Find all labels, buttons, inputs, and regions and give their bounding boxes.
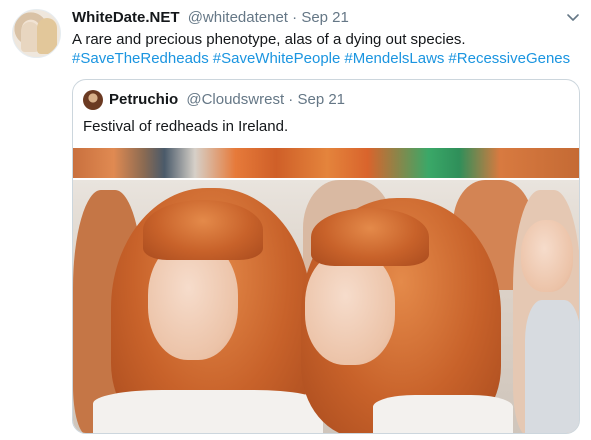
quoted-header: Petruchio @Cloudswrest · Sep 21: [109, 90, 345, 110]
photo-background-shirt: [525, 300, 579, 433]
tweet-text: A rare and precious phenotype, alas of a…: [72, 31, 466, 48]
tweet-date[interactable]: Sep 21: [301, 9, 349, 26]
author-name[interactable]: WhiteDate.NET: [72, 9, 180, 26]
media-image-top[interactable]: [73, 148, 579, 178]
quoted-author-name[interactable]: Petruchio: [109, 91, 178, 108]
separator-dot: ·: [292, 9, 298, 26]
author-handle[interactable]: @whitedatenet: [188, 9, 288, 26]
quoted-tweet[interactable]: Petruchio @Cloudswrest · Sep 21 Festival…: [72, 79, 580, 434]
chevron-down-icon[interactable]: [565, 9, 581, 25]
quoted-text: Festival of redheads in Ireland.: [83, 118, 289, 135]
quoted-avatar[interactable]: [83, 90, 103, 110]
photo-shirt: [93, 390, 323, 433]
avatar[interactable]: [12, 9, 61, 58]
tweet[interactable]: WhiteDate.NET @whitedatenet · Sep 21 A r…: [0, 0, 591, 440]
hashtag-link[interactable]: #RecessiveGenes: [448, 50, 570, 67]
hashtag-link[interactable]: #MendelsLaws: [344, 50, 444, 67]
hashtag-list: #SaveTheRedheads #SaveWhitePeople #Mendels…: [72, 49, 574, 69]
photo-background-face: [521, 220, 573, 292]
photo-face: [305, 250, 395, 365]
photo-shirt: [373, 395, 513, 433]
media-image-main[interactable]: [73, 180, 579, 433]
hashtag-link[interactable]: #SaveTheRedheads: [72, 50, 209, 67]
photo-fringe: [311, 208, 429, 266]
avatar-figure: [37, 18, 57, 54]
hashtag-link[interactable]: #SaveWhitePeople: [213, 50, 341, 67]
tweet-header: WhiteDate.NET @whitedatenet · Sep 21: [72, 8, 349, 28]
quoted-date[interactable]: Sep 21: [297, 91, 345, 108]
photo-fringe: [143, 200, 263, 260]
quoted-author-handle[interactable]: @Cloudswrest: [186, 91, 284, 108]
separator-dot: ·: [288, 91, 294, 108]
